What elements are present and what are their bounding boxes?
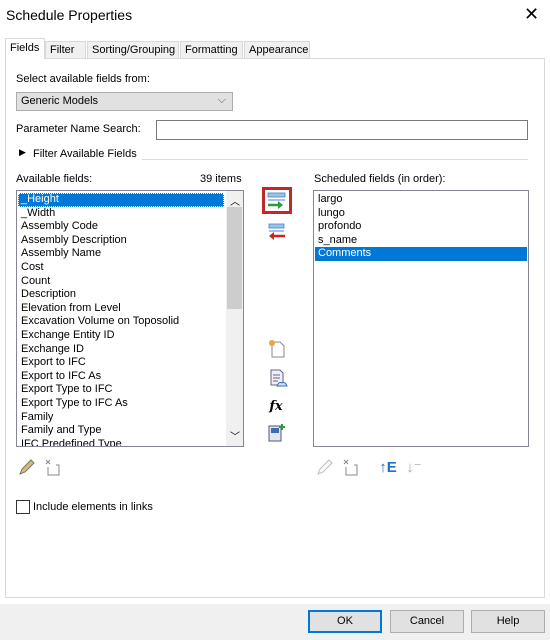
scrollbar-thumb[interactable] [227, 207, 242, 309]
delete-parameter-button[interactable] [42, 457, 62, 477]
available-fields-label: Available fields: [16, 173, 93, 185]
tab-filter[interactable]: Filter [45, 41, 86, 59]
scroll-up-icon[interactable]: ︿ [230, 193, 240, 208]
list-item[interactable]: Family and Type [18, 424, 224, 438]
delete-scheduled-button[interactable] [340, 457, 360, 477]
add-parameter-icon [267, 192, 286, 209]
available-fields-list[interactable]: _Height _Width Assembly Code Assembly Descr… [16, 190, 244, 447]
search-label: Parameter Name Search: [16, 123, 141, 135]
combine-parameters-icon [270, 369, 288, 387]
calculated-value-button[interactable]: fx [266, 396, 286, 416]
list-item[interactable]: Excavation Volume on Toposolid [18, 315, 224, 329]
add-schedule-field-button[interactable] [266, 423, 286, 443]
list-item[interactable]: Assembly Description [18, 234, 224, 248]
list-item[interactable]: Export to IFC [18, 356, 224, 370]
move-down-button[interactable]: ↓⁻ [404, 457, 424, 477]
list-item[interactable]: s_name [315, 234, 527, 248]
list-item[interactable]: Comments [315, 247, 527, 261]
items-count: 39 items [200, 173, 242, 185]
edit-parameter-button[interactable] [16, 457, 36, 477]
category-dropdown[interactable]: Generic Models ⌵ [16, 92, 233, 111]
include-links-checkbox[interactable] [16, 500, 30, 514]
select-fields-label: Select available fields from: [16, 73, 150, 85]
move-down-icon: ↓⁻ [406, 459, 422, 476]
pencil-icon [317, 459, 333, 475]
combine-parameters-button[interactable] [268, 368, 288, 388]
list-item[interactable]: Assembly Code [18, 220, 224, 234]
pencil-icon [19, 459, 35, 475]
list-item[interactable]: IFC Predefined Type [18, 438, 224, 446]
close-icon[interactable]: ✕ [524, 4, 539, 25]
tab-formatting[interactable]: Formatting [180, 41, 243, 59]
list-item[interactable]: Export Type to IFC As [18, 397, 224, 411]
move-up-button[interactable]: ↑E [378, 457, 398, 477]
filter-fields-toggle[interactable]: Filter Available Fields [33, 148, 137, 160]
new-parameter-icon [269, 340, 285, 358]
ok-button[interactable]: OK [308, 610, 382, 633]
remove-parameter-icon [268, 223, 285, 240]
category-value: Generic Models [21, 95, 99, 107]
tab-sorting-grouping[interactable]: Sorting/Grouping [87, 41, 179, 59]
window-title: Schedule Properties [6, 7, 133, 23]
divider [142, 159, 528, 160]
button-bar [0, 604, 550, 640]
cancel-button[interactable]: Cancel [390, 610, 464, 633]
edit-scheduled-button[interactable] [314, 457, 334, 477]
function-icon: fx [269, 398, 283, 414]
remove-field-button[interactable] [265, 222, 285, 242]
tab-fields[interactable]: Fields [5, 38, 45, 59]
list-item[interactable]: _Height [18, 193, 224, 207]
list-item[interactable]: largo [315, 193, 527, 207]
list-item[interactable]: Elevation from Level [18, 302, 224, 316]
list-item[interactable]: _Width [18, 207, 224, 221]
list-item[interactable]: Cost [18, 261, 224, 275]
include-links-label: Include elements in links [33, 501, 153, 513]
list-item[interactable]: Count [18, 275, 224, 289]
list-item[interactable]: Description [18, 288, 224, 302]
list-item[interactable]: Assembly Name [18, 247, 224, 261]
list-item[interactable]: Family [18, 411, 224, 425]
list-item[interactable]: Export Type to IFC [18, 383, 224, 397]
delete-icon [45, 459, 60, 476]
list-item[interactable]: profondo [315, 220, 527, 234]
scheduled-fields-label: Scheduled fields (in order): [314, 173, 446, 185]
list-item[interactable]: Exchange Entity ID [18, 329, 224, 343]
add-schedule-icon [268, 424, 285, 442]
parameter-search-input[interactable] [156, 120, 528, 140]
add-field-button[interactable] [262, 187, 292, 214]
scroll-down-icon[interactable]: ﹀ [230, 428, 240, 443]
expand-triangle-icon[interactable]: ▶ [19, 147, 26, 158]
move-up-icon: ↑E [379, 458, 397, 476]
tab-appearance[interactable]: Appearance [244, 41, 310, 59]
scheduled-fields-list[interactable]: largo lungo profondo s_name Comments [313, 190, 529, 447]
delete-icon [343, 459, 358, 476]
new-parameter-button[interactable] [266, 338, 286, 358]
list-item[interactable]: Exchange ID [18, 343, 224, 357]
chevron-down-icon: ⌵ [217, 94, 226, 106]
help-button[interactable]: Help [471, 610, 545, 633]
list-item[interactable]: lungo [315, 207, 527, 221]
list-item[interactable]: Export to IFC As [18, 370, 224, 384]
